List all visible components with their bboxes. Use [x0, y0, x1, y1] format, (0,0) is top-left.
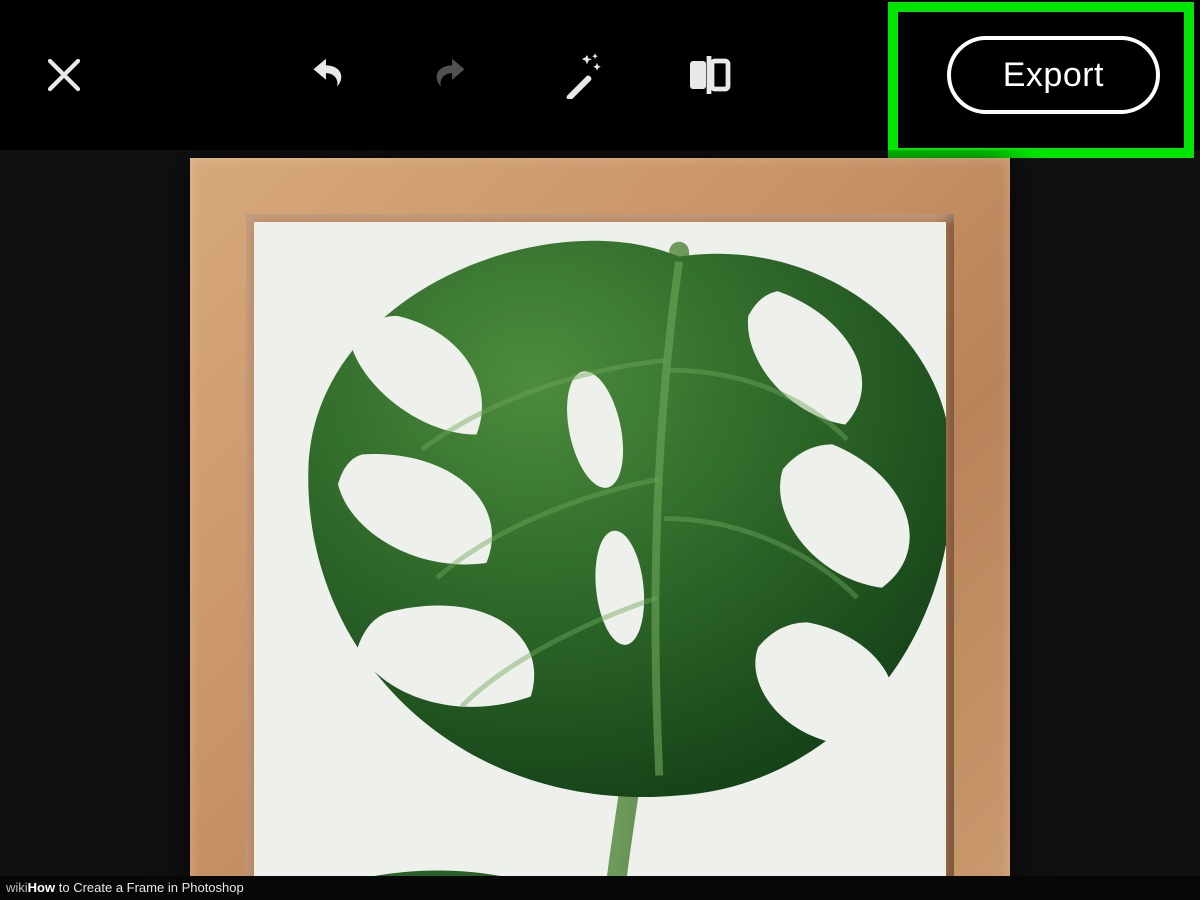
toolbar: Export [0, 0, 1200, 150]
export-button[interactable]: Export [947, 36, 1160, 114]
wooden-frame [190, 158, 1010, 876]
export-label: Export [1003, 56, 1104, 95]
magic-wand-icon[interactable] [557, 51, 605, 99]
photo-editor-app: Export [0, 0, 1200, 900]
caption-text: to Create a Frame in Photoshop [55, 880, 244, 895]
canvas-area[interactable] [0, 150, 1200, 876]
compare-split-icon[interactable] [685, 51, 733, 99]
undo-icon[interactable] [301, 51, 349, 99]
caption-brand: wikiHow [6, 880, 55, 895]
photo-mat [254, 222, 946, 876]
photo-monstera-leaf [254, 222, 946, 876]
tutorial-caption: wikiHow to Create a Frame in Photoshop [0, 876, 1200, 900]
frame-bevel [246, 214, 954, 876]
close-icon[interactable] [40, 51, 88, 99]
redo-icon[interactable] [429, 51, 477, 99]
